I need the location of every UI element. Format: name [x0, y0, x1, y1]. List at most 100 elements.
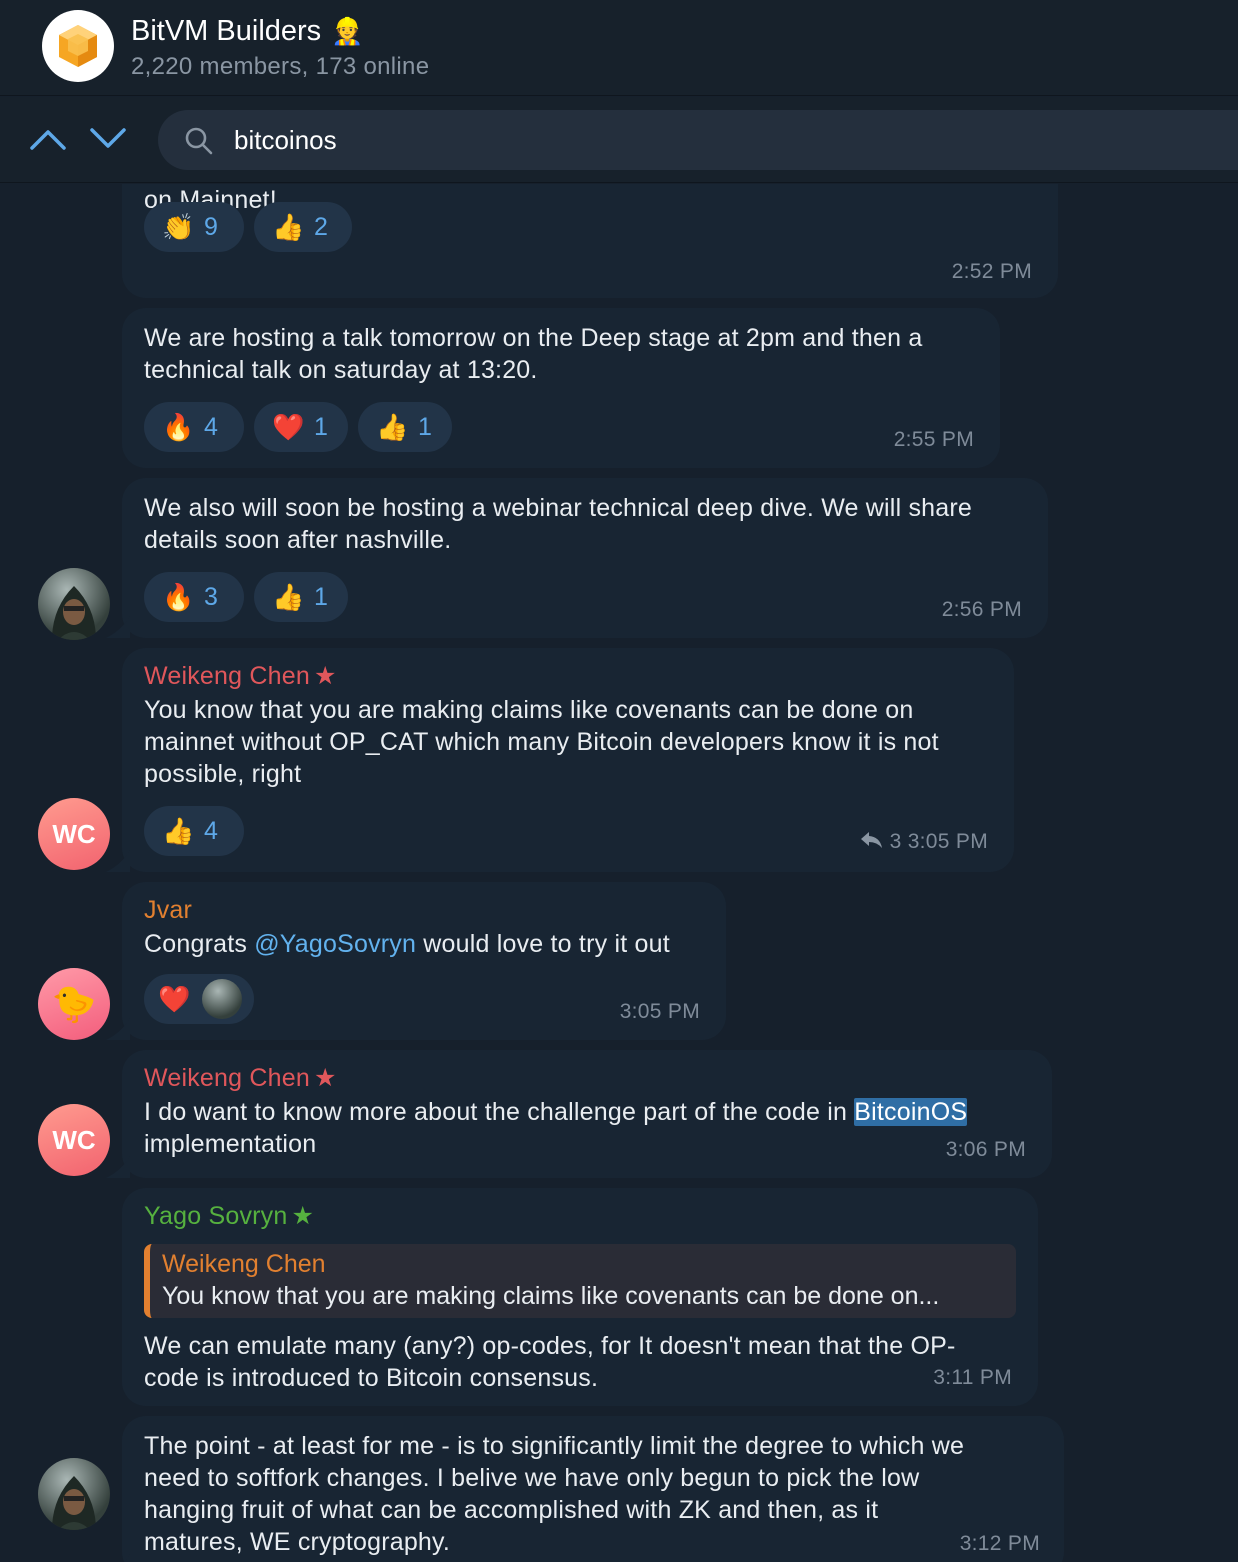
message-text-line: need to softfork changes. I belive we ha…	[144, 1464, 920, 1492]
quote-text: You know that you are making claims like…	[162, 1282, 940, 1310]
chevron-down-icon[interactable]	[88, 124, 128, 154]
sender-name-text: Yago Sovryn	[144, 1202, 288, 1230]
group-avatar[interactable]	[42, 10, 114, 82]
fire-icon: 🔥	[162, 412, 195, 442]
message-bubble[interactable]: Jvar Congrats @YagoSovryn would love to …	[122, 882, 726, 1040]
reaction-count: 2	[314, 212, 328, 241]
clapping-hands-icon: 👏	[162, 212, 195, 242]
group-title: BitVM Builders 👷	[131, 14, 364, 48]
message-bubble[interactable]: on Mainnet! 👏 9 👍 2 2:52 PM	[122, 184, 1058, 298]
message-text-line: You know that you are making claims like…	[144, 696, 914, 724]
message-time: 2:56 PM	[941, 598, 1022, 621]
mention-link[interactable]: @YagoSovryn	[254, 930, 416, 958]
message-list[interactable]: on Mainnet! 👏 9 👍 2 2:52 PM We are hosti…	[0, 184, 1238, 1562]
heart-icon: ❤️	[272, 412, 305, 442]
reaction-heart[interactable]: ❤️	[144, 974, 254, 1024]
message-time: 3:06 PM	[945, 1138, 1026, 1161]
message-text-line: matures, WE cryptography.	[144, 1528, 451, 1556]
message-bubble[interactable]: The point - at least for me - is to sign…	[122, 1416, 1064, 1562]
sender-avatar[interactable]	[38, 1458, 110, 1530]
message-bubble[interactable]: Weikeng Chen ★ You know that you are maki…	[122, 648, 1014, 872]
reply-count[interactable]: 3	[890, 830, 902, 853]
reply-quote[interactable]: Weikeng Chen You know that you are makin…	[144, 1244, 1016, 1318]
message-text-line: I do want to know more about the challen…	[144, 1096, 968, 1128]
reaction-thumbs-up[interactable]: 👍 1	[358, 402, 452, 452]
reaction-thumbs-up[interactable]: 👍 2	[254, 202, 352, 252]
message-bubble[interactable]: We also will soon be hosting a webinar t…	[122, 478, 1048, 638]
reply-arrow-icon[interactable]	[859, 830, 883, 856]
message-text-line: possible, right	[144, 760, 302, 788]
fire-icon: 🔥	[162, 582, 195, 612]
thumbs-up-icon: 👍	[162, 816, 195, 846]
reaction-count: 9	[204, 212, 218, 241]
message-meta: 3 3:05 PM	[859, 830, 988, 856]
reaction-count: 4	[204, 816, 218, 845]
sender-name-text: Weikeng Chen	[144, 1064, 310, 1092]
construction-worker-icon: 👷	[331, 16, 364, 46]
message-time: 2:55 PM	[893, 428, 974, 451]
sender-name[interactable]: Weikeng Chen ★	[144, 1062, 337, 1094]
sender-avatar[interactable]: WC	[38, 798, 110, 870]
message-text-line: technical talk on saturday at 13:20.	[144, 356, 538, 384]
message-bubble[interactable]: Weikeng Chen ★ I do want to know more abo…	[122, 1050, 1052, 1178]
telegram-chat-window: BitVM Builders 👷 2,220 members, 173 onlin…	[0, 0, 1238, 1562]
group-title-text: BitVM Builders	[131, 15, 322, 47]
search-match-highlight: BitcoinOS	[854, 1098, 968, 1126]
message-time: 3:11 PM	[933, 1366, 1012, 1389]
reaction-clap[interactable]: 👏 9	[144, 202, 244, 252]
message-bubble[interactable]: We are hosting a talk tomorrow on the De…	[122, 308, 1000, 468]
hooded-figure-icon	[52, 586, 96, 640]
member-count: 2,220 members, 173 online	[131, 53, 430, 80]
message-text-part: I do want to know more about the challen…	[144, 1098, 855, 1126]
thumbs-up-icon: 👍	[376, 412, 409, 442]
sender-name[interactable]: Yago Sovryn ★	[144, 1200, 314, 1232]
message-text-line: implementation	[144, 1130, 317, 1158]
message-time: 2:52 PM	[951, 260, 1032, 283]
message-text-line: hanging fruit of what can be accomplishe…	[144, 1496, 879, 1524]
search-input[interactable]	[234, 120, 1134, 160]
message-text-line: We also will soon be hosting a webinar t…	[144, 494, 973, 522]
message-bubble[interactable]: Yago Sovryn ★ Weikeng Chen You know that …	[122, 1188, 1038, 1406]
message-text-line: We are hosting a talk tomorrow on the De…	[144, 324, 923, 352]
reaction-count: 3	[204, 582, 218, 611]
sender-avatar[interactable]	[38, 568, 110, 640]
message-time: 3:05 PM	[907, 830, 988, 853]
star-icon: ★	[291, 1202, 315, 1230]
reaction-thumbs-up[interactable]: 👍 1	[254, 572, 348, 622]
reaction-count: 4	[204, 412, 218, 441]
message-text-line: mainnet without OP_CAT which many Bitcoi…	[144, 728, 939, 756]
thumbs-up-icon: 👍	[272, 582, 305, 612]
sender-avatar[interactable]: WC	[38, 1104, 110, 1176]
reaction-thumbs-up[interactable]: 👍 4	[144, 806, 244, 856]
chat-header[interactable]: BitVM Builders 👷 2,220 members, 173 onlin…	[0, 0, 1238, 96]
thumbs-up-icon: 👍	[272, 212, 305, 242]
reaction-heart[interactable]: ❤️ 1	[254, 402, 348, 452]
reaction-count: 1	[418, 412, 432, 441]
message-text-line: We can emulate many (any?) op-codes, for…	[144, 1332, 956, 1360]
cube-logo-icon	[59, 25, 97, 67]
sender-name[interactable]: Weikeng Chen ★	[144, 660, 337, 692]
chevron-up-icon[interactable]	[28, 124, 68, 154]
message-text: Congrats @YagoSovryn would love to try i…	[144, 928, 670, 960]
heart-icon: ❤️	[158, 984, 191, 1014]
sender-name[interactable]: Jvar	[144, 894, 192, 926]
search-icon	[185, 127, 213, 155]
message-text-line: The point - at least for me - is to sign…	[144, 1432, 965, 1460]
quote-sender: Weikeng Chen	[162, 1250, 326, 1278]
star-icon: ★	[313, 1064, 337, 1092]
sender-name-text: Weikeng Chen	[144, 662, 310, 690]
message-text-line: code is introduced to Bitcoin consensus.	[144, 1364, 599, 1392]
message-time: 3:05 PM	[619, 1000, 700, 1023]
message-time: 3:12 PM	[959, 1532, 1040, 1555]
reaction-count: 1	[314, 412, 328, 441]
reaction-fire[interactable]: 🔥 3	[144, 572, 244, 622]
hooded-figure-icon	[52, 1476, 96, 1530]
sender-avatar[interactable]: 🐤	[38, 968, 110, 1040]
reaction-count: 1	[314, 582, 328, 611]
reaction-fire[interactable]: 🔥 4	[144, 402, 244, 452]
message-text-part: Congrats	[144, 930, 255, 958]
reactor-avatar	[202, 979, 242, 1019]
message-text-line: details soon after nashville.	[144, 526, 452, 554]
message-text-part: would love to try it out	[416, 930, 670, 958]
star-icon: ★	[313, 662, 337, 690]
